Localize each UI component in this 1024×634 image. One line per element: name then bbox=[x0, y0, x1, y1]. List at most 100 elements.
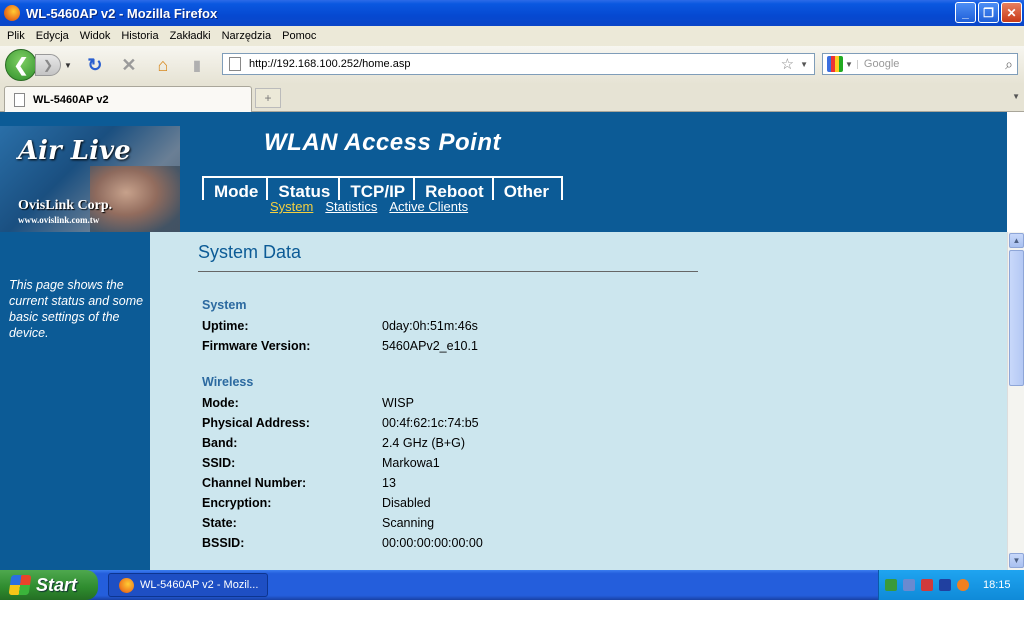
start-label: Start bbox=[36, 574, 78, 595]
firefox-icon bbox=[119, 577, 134, 593]
tab-label: WL-5460AP v2 bbox=[33, 93, 109, 106]
data-row: BSSID: 00:00:00:00:00:00 bbox=[198, 533, 698, 553]
data-row: Uptime: 0day:0h:51m:46s bbox=[198, 316, 698, 336]
url-text[interactable]: http://192.168.100.252/home.asp bbox=[249, 58, 781, 70]
nav-status[interactable]: Status bbox=[266, 176, 339, 201]
new-tab-button[interactable]: + bbox=[255, 88, 281, 108]
close-button[interactable]: ✕ bbox=[1001, 2, 1022, 23]
menu-bar: Plik Edycja Widok Historia Zakładki Narz… bbox=[0, 26, 1024, 46]
data-row: SSID: Markowa1 bbox=[198, 453, 698, 473]
brand-name: Air Live bbox=[18, 136, 131, 166]
taskbar: Start WL-5460AP v2 - Mozil... 18:15 bbox=[0, 570, 1024, 600]
tray-wireless-icon[interactable] bbox=[903, 579, 915, 591]
page-header: Air Live OvisLink Corp. www.ovislink.com… bbox=[0, 112, 1007, 232]
data-row: Firmware Version: 5460APv2_e10.1 bbox=[198, 336, 698, 356]
firefox-icon bbox=[4, 5, 20, 21]
row-value: 0day:0h:51m:46s bbox=[382, 319, 478, 333]
tray-update-icon[interactable] bbox=[957, 579, 969, 591]
row-label: Mode: bbox=[202, 396, 239, 410]
signal-bars-icon: ▮ bbox=[193, 56, 201, 73]
menu-plik[interactable]: Plik bbox=[7, 30, 25, 42]
data-row: Physical Address: 00:4f:62:1c:74:b5 bbox=[198, 413, 698, 433]
subnav-system[interactable]: System bbox=[270, 199, 313, 214]
row-label: Encryption: bbox=[202, 496, 272, 510]
data-row: Band: 2.4 GHz (B+G) bbox=[198, 433, 698, 453]
data-row: Mode: WISP bbox=[198, 393, 698, 413]
windows-logo-icon bbox=[8, 575, 32, 595]
forward-button[interactable]: ❯ bbox=[35, 54, 61, 76]
menu-historia[interactable]: Historia bbox=[121, 30, 158, 42]
window-titlebar[interactable]: WL-5460AP v2 - Mozilla Firefox _ ❐ ✕ bbox=[0, 0, 1024, 26]
corp-name: OvisLink Corp. bbox=[18, 198, 113, 213]
search-icon[interactable]: ⌕ bbox=[1005, 56, 1013, 73]
nav-tcpip[interactable]: TCP/IP bbox=[338, 176, 414, 201]
nav-mode[interactable]: Mode bbox=[202, 176, 267, 201]
row-value: Markowa1 bbox=[382, 456, 440, 470]
data-row: State: Scanning bbox=[198, 513, 698, 533]
row-label: Firmware Version: bbox=[202, 339, 311, 353]
subnav-statistics[interactable]: Statistics bbox=[325, 199, 377, 214]
corp-website: www.ovislink.com.tw bbox=[18, 215, 100, 225]
vertical-scrollbar[interactable]: ▲ ▼ bbox=[1007, 232, 1024, 570]
tray-clock[interactable]: 18:15 bbox=[983, 579, 1011, 591]
reload-icon[interactable]: ↻ bbox=[84, 54, 106, 76]
tab-list-dropdown-icon[interactable]: ▼ bbox=[1012, 92, 1020, 101]
system-section-title: System bbox=[202, 298, 247, 312]
section-heading: System Data bbox=[198, 242, 698, 272]
menu-narzedzia[interactable]: Narzędzia bbox=[222, 30, 272, 42]
stop-icon[interactable]: ✕ bbox=[118, 54, 140, 76]
google-icon[interactable] bbox=[827, 56, 843, 72]
scroll-up-icon[interactable]: ▲ bbox=[1009, 233, 1024, 248]
home-icon[interactable]: ⌂ bbox=[152, 54, 174, 76]
page-title: WLAN Access Point bbox=[264, 129, 501, 156]
row-label: Physical Address: bbox=[202, 416, 310, 430]
row-value: 13 bbox=[382, 476, 396, 490]
taskbar-item-label: WL-5460AP v2 - Mozil... bbox=[140, 579, 259, 591]
tray-app-icon[interactable] bbox=[939, 579, 951, 591]
menu-widok[interactable]: Widok bbox=[80, 30, 111, 42]
tab-wl5460ap[interactable]: WL-5460AP v2 bbox=[4, 86, 252, 112]
minimize-button[interactable]: _ bbox=[955, 2, 976, 23]
data-row: Channel Number: 13 bbox=[198, 473, 698, 493]
row-label: Channel Number: bbox=[202, 476, 307, 490]
address-bar[interactable]: http://192.168.100.252/home.asp ☆ ▼ bbox=[222, 53, 815, 75]
tab-page-icon bbox=[14, 92, 25, 107]
data-row: Encryption: Disabled bbox=[198, 493, 698, 513]
row-label: Band: bbox=[202, 436, 238, 450]
sidebar: This page shows the current status and s… bbox=[0, 232, 150, 570]
tray-security-icon[interactable] bbox=[921, 579, 933, 591]
subnav-active-clients[interactable]: Active Clients bbox=[389, 199, 468, 214]
scroll-thumb[interactable] bbox=[1009, 250, 1024, 386]
search-box[interactable]: ▼ Google ⌕ bbox=[822, 53, 1018, 75]
row-value: Scanning bbox=[382, 516, 435, 530]
nav-reboot[interactable]: Reboot bbox=[413, 176, 492, 201]
row-value: Disabled bbox=[382, 496, 431, 510]
system-tray: 18:15 bbox=[878, 570, 1024, 600]
menu-zakladki[interactable]: Zakładki bbox=[170, 30, 211, 42]
sub-nav: System Statistics Active Clients bbox=[270, 199, 480, 214]
main-content: System Data System Uptime: 0day:0h:51m:4… bbox=[198, 232, 698, 553]
tray-network-icon[interactable] bbox=[885, 579, 897, 591]
search-engine-dropdown-icon[interactable]: ▼ bbox=[845, 59, 858, 69]
scroll-down-icon[interactable]: ▼ bbox=[1009, 553, 1024, 568]
nav-other[interactable]: Other bbox=[491, 176, 564, 201]
row-label: State: bbox=[202, 516, 237, 530]
search-input[interactable]: Google bbox=[864, 58, 1005, 70]
bookmark-star-icon[interactable]: ☆ bbox=[781, 55, 794, 73]
taskbar-item-firefox[interactable]: WL-5460AP v2 - Mozil... bbox=[108, 573, 268, 597]
window-title: WL-5460AP v2 - Mozilla Firefox bbox=[26, 5, 218, 21]
url-dropdown-icon[interactable]: ▼ bbox=[800, 60, 808, 69]
start-button[interactable]: Start bbox=[0, 570, 98, 600]
menu-edycja[interactable]: Edycja bbox=[36, 30, 69, 42]
back-button[interactable]: ❮ bbox=[5, 49, 37, 81]
row-value: 5460APv2_e10.1 bbox=[382, 339, 478, 353]
row-value: WISP bbox=[382, 396, 414, 410]
main-nav: Mode Status TCP/IP Reboot Other bbox=[202, 176, 564, 201]
maximize-button[interactable]: ❐ bbox=[978, 2, 999, 23]
page-icon bbox=[229, 57, 241, 71]
row-value: 00:00:00:00:00:00 bbox=[382, 536, 483, 550]
history-dropdown-icon[interactable]: ▼ bbox=[64, 61, 72, 70]
airlive-logo: Air Live OvisLink Corp. www.ovislink.com… bbox=[0, 126, 180, 232]
navigation-toolbar: ❮ ❯ ▼ ↻ ✕ ⌂ ▮ http://192.168.100.252/hom… bbox=[0, 46, 1024, 84]
menu-pomoc[interactable]: Pomoc bbox=[282, 30, 316, 42]
